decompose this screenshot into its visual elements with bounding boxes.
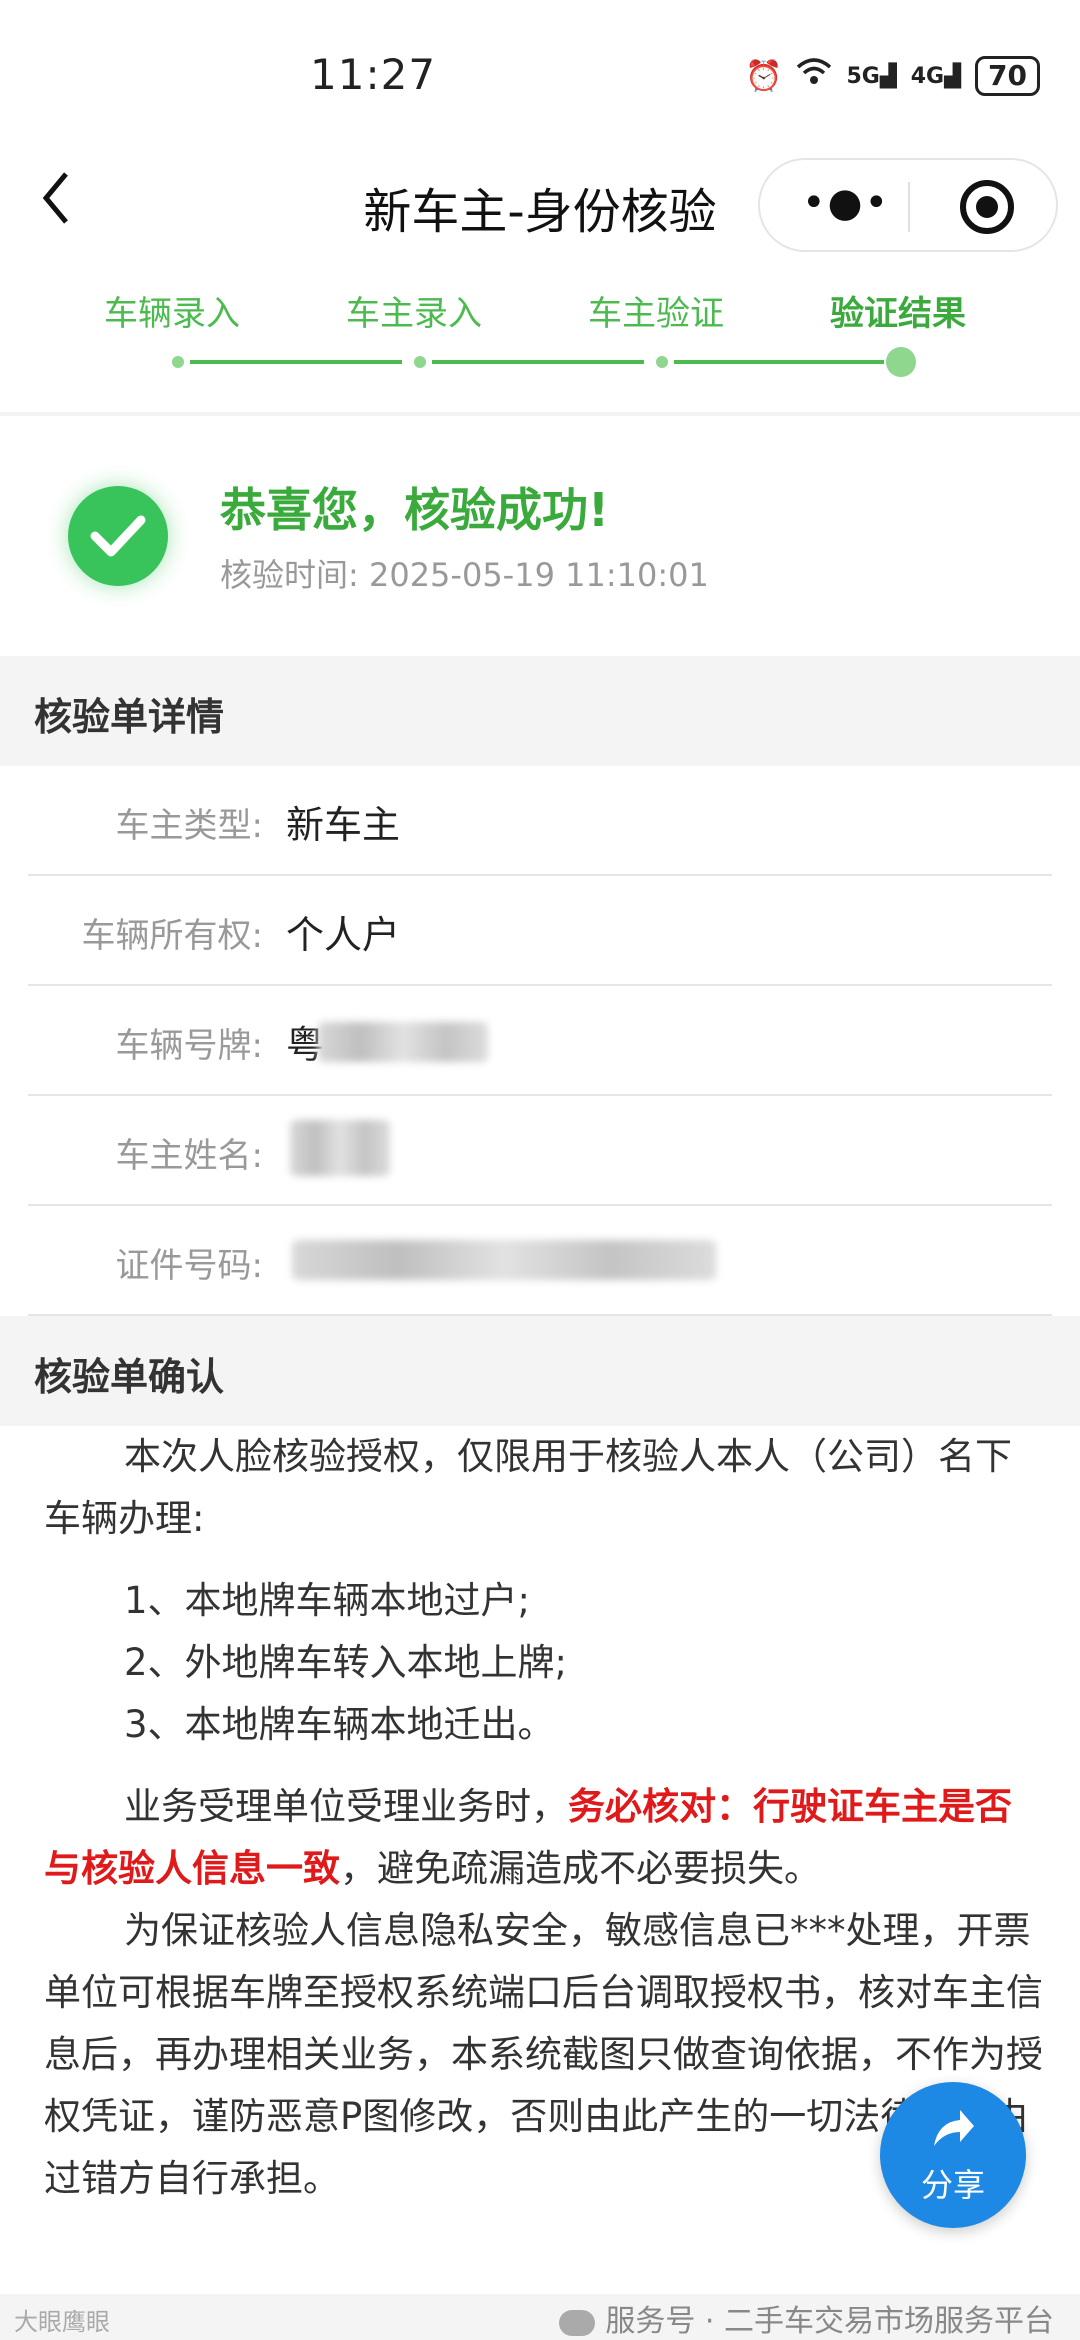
- verify-time-label: 核验时间:: [220, 556, 359, 594]
- confirm-item-2: 2、外地牌车转入本地上牌;: [124, 1641, 568, 1684]
- warning-prefix: 业务受理单位受理业务时，: [124, 1785, 568, 1828]
- nav-header: 新车主-身份核验 •●•: [0, 150, 1080, 260]
- detail-row-owner-name: 车主姓名:: [28, 1096, 1052, 1206]
- capsule-divider: [908, 182, 910, 232]
- success-banner: 恭喜您，核验成功! 核验时间: 2025-05-19 11:10:01: [0, 416, 1080, 656]
- detail-label: 车辆所有权:: [81, 916, 263, 956]
- share-arrow-icon: [934, 2110, 974, 2146]
- detail-row-plate: 车辆号牌: 粤: [28, 986, 1052, 1096]
- watermark-right-text: 服务号 · 二手车交易市场服务平台: [605, 2304, 1054, 2339]
- confirm-warning: 业务受理单位受理业务时，务必核对：行驶证车主是否与核验人信息一致，避免疏漏造成不…: [44, 1776, 1044, 1900]
- details-section-header: 核验单详情: [0, 656, 1080, 766]
- signal-4g-icon: 4G▟: [910, 63, 962, 89]
- signal-5g-icon: 5G▟: [846, 63, 897, 89]
- success-title: 恭喜您，核验成功!: [220, 483, 609, 537]
- confirm-section-title: 核验单确认: [34, 1355, 225, 1399]
- step-line-3: [674, 360, 884, 364]
- mini-program-close-icon[interactable]: [960, 180, 1014, 234]
- step-dot-4-active: [886, 347, 916, 377]
- redaction-blur: [318, 1022, 488, 1062]
- progress-steps: 车辆录入 车主录入 车主验证 验证结果: [0, 280, 1080, 420]
- confirm-body: 本次人脸核验授权，仅限用于核验人本人（公司）名下车辆办理: 1、本地牌车辆本地过…: [44, 1426, 1044, 2210]
- status-time: 11:27: [310, 50, 437, 99]
- step-verify-result: 验证结果: [830, 294, 966, 334]
- status-bar: 11:27 ⏰ 5G▟ 4G▟ 70: [0, 0, 1080, 150]
- wechat-logo-icon: [559, 2309, 596, 2336]
- wifi-icon: [796, 57, 832, 95]
- details-section-title: 核验单详情: [34, 695, 225, 739]
- mini-program-capsule: •●•: [758, 158, 1058, 252]
- detail-row-id-number: 证件号码:: [28, 1206, 1052, 1316]
- detail-row-ownership: 车辆所有权: 个人户: [28, 876, 1052, 986]
- status-icons: ⏰ 5G▟ 4G▟ 70: [745, 56, 1040, 96]
- watermark-left: 大眼鹰眼: [14, 2308, 110, 2336]
- detail-value: 个人户: [286, 913, 401, 957]
- redaction-blur: [290, 1120, 390, 1176]
- confirm-item-3: 3、本地牌车辆本地迁出。: [124, 1703, 555, 1746]
- step-dot-3: [656, 356, 668, 368]
- warning-suffix: ，避免疏漏造成不必要损失。: [340, 1847, 821, 1890]
- confirm-item-1: 1、本地牌车辆本地过户;: [124, 1579, 531, 1622]
- alarm-icon: ⏰: [745, 58, 783, 94]
- detail-label: 车主姓名:: [115, 1136, 263, 1176]
- verify-time: 核验时间: 2025-05-19 11:10:01: [220, 550, 709, 596]
- share-label: 分享: [920, 2166, 985, 2204]
- step-line-2: [432, 360, 644, 364]
- confirm-section-header: 核验单确认: [0, 1316, 1080, 1426]
- battery-icon: 70: [975, 56, 1040, 96]
- step-line-1: [190, 360, 402, 364]
- detail-label: 车主类型:: [115, 806, 263, 846]
- confirm-intro: 本次人脸核验授权，仅限用于核验人本人（公司）名下车辆办理:: [44, 1435, 1012, 1540]
- step-owner-verify: 车主验证: [588, 294, 724, 334]
- more-dots-icon[interactable]: •●•: [802, 180, 890, 226]
- detail-value: 新车主: [286, 803, 401, 847]
- verify-time-value: 2025-05-19 11:10:01: [368, 556, 709, 594]
- step-dot-2: [414, 356, 426, 368]
- step-vehicle-entry: 车辆录入: [104, 294, 240, 334]
- detail-label: 车辆号牌:: [115, 1026, 263, 1066]
- watermark-right: 服务号 · 二手车交易市场服务平台: [559, 2296, 1054, 2340]
- share-button[interactable]: 分享: [880, 2082, 1026, 2228]
- step-owner-entry: 车主录入: [346, 294, 482, 334]
- detail-row-owner-type: 车主类型: 新车主: [28, 766, 1052, 876]
- step-dot-1: [172, 356, 184, 368]
- success-check-icon: [68, 486, 168, 586]
- detail-label: 证件号码:: [115, 1246, 263, 1286]
- redaction-blur: [292, 1240, 716, 1280]
